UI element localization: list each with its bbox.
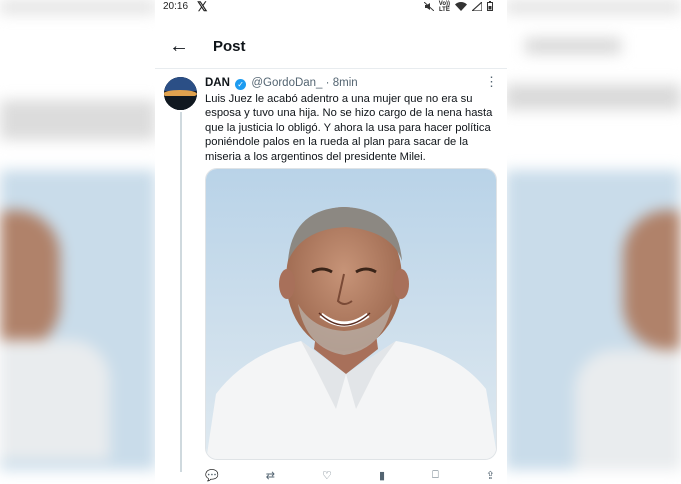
bookmark-icon: ⎕ (432, 468, 439, 481)
page-title: Post (213, 38, 246, 55)
like-button[interactable]: ♡ (322, 466, 332, 484)
status-time: 20:16 (163, 1, 189, 12)
meta-separator: · (325, 77, 330, 89)
post-header: ← Post (155, 28, 507, 68)
repost-icon: ⇄ (265, 469, 275, 482)
repost-button[interactable]: ⇄ (266, 466, 275, 484)
mute-icon (423, 1, 435, 13)
status-bar: 20:16 𝕏 Vo)) LTE (155, 0, 507, 14)
battery-icon (487, 1, 493, 13)
reply-button[interactable]: 💬 (205, 466, 219, 484)
blurred-background-left (0, 0, 156, 484)
like-icon: ♡ (322, 469, 332, 482)
views-icon: ▮ (378, 469, 386, 482)
more-options-icon[interactable]: ⋮ (485, 74, 498, 90)
x-logo-icon: 𝕏 (197, 0, 208, 14)
status-icons: Vo)) LTE (423, 0, 493, 13)
blurred-background-right (505, 0, 681, 484)
share-icon: ⇪ (485, 469, 495, 482)
reply-icon: 💬 (205, 469, 219, 482)
phone-screen: 20:16 𝕏 Vo)) LTE ← Post DAN ✓ @GordoDan_… (155, 0, 507, 484)
network-type: Vo)) LTE (439, 1, 450, 13)
wifi-icon (455, 1, 467, 13)
tweet-text: Luis Juez le acabó adentro a una mujer q… (205, 93, 493, 163)
bookmark-button[interactable]: ⎕ (432, 466, 439, 484)
tweet-meta: DAN ✓ @GordoDan_ · 8min (205, 77, 358, 90)
share-button[interactable]: ⇪ (486, 466, 495, 484)
thread-line (180, 112, 182, 472)
header-divider (155, 68, 507, 69)
back-arrow-icon[interactable]: ← (169, 36, 189, 56)
tweet-actions: 💬 ⇄ ♡ ▮ ⎕ ⇪ (205, 466, 495, 484)
avatar[interactable] (164, 77, 197, 110)
tweet-time[interactable]: 8min (333, 77, 358, 89)
network-lte-label: LTE (438, 7, 450, 13)
signal-icon (470, 0, 483, 13)
author-handle[interactable]: @GordoDan_ (251, 77, 322, 89)
tweet-photo[interactable] (205, 168, 497, 460)
verified-badge-icon: ✓ (235, 79, 247, 90)
views-button[interactable]: ▮ (379, 466, 385, 484)
author-name[interactable]: DAN (205, 77, 230, 89)
